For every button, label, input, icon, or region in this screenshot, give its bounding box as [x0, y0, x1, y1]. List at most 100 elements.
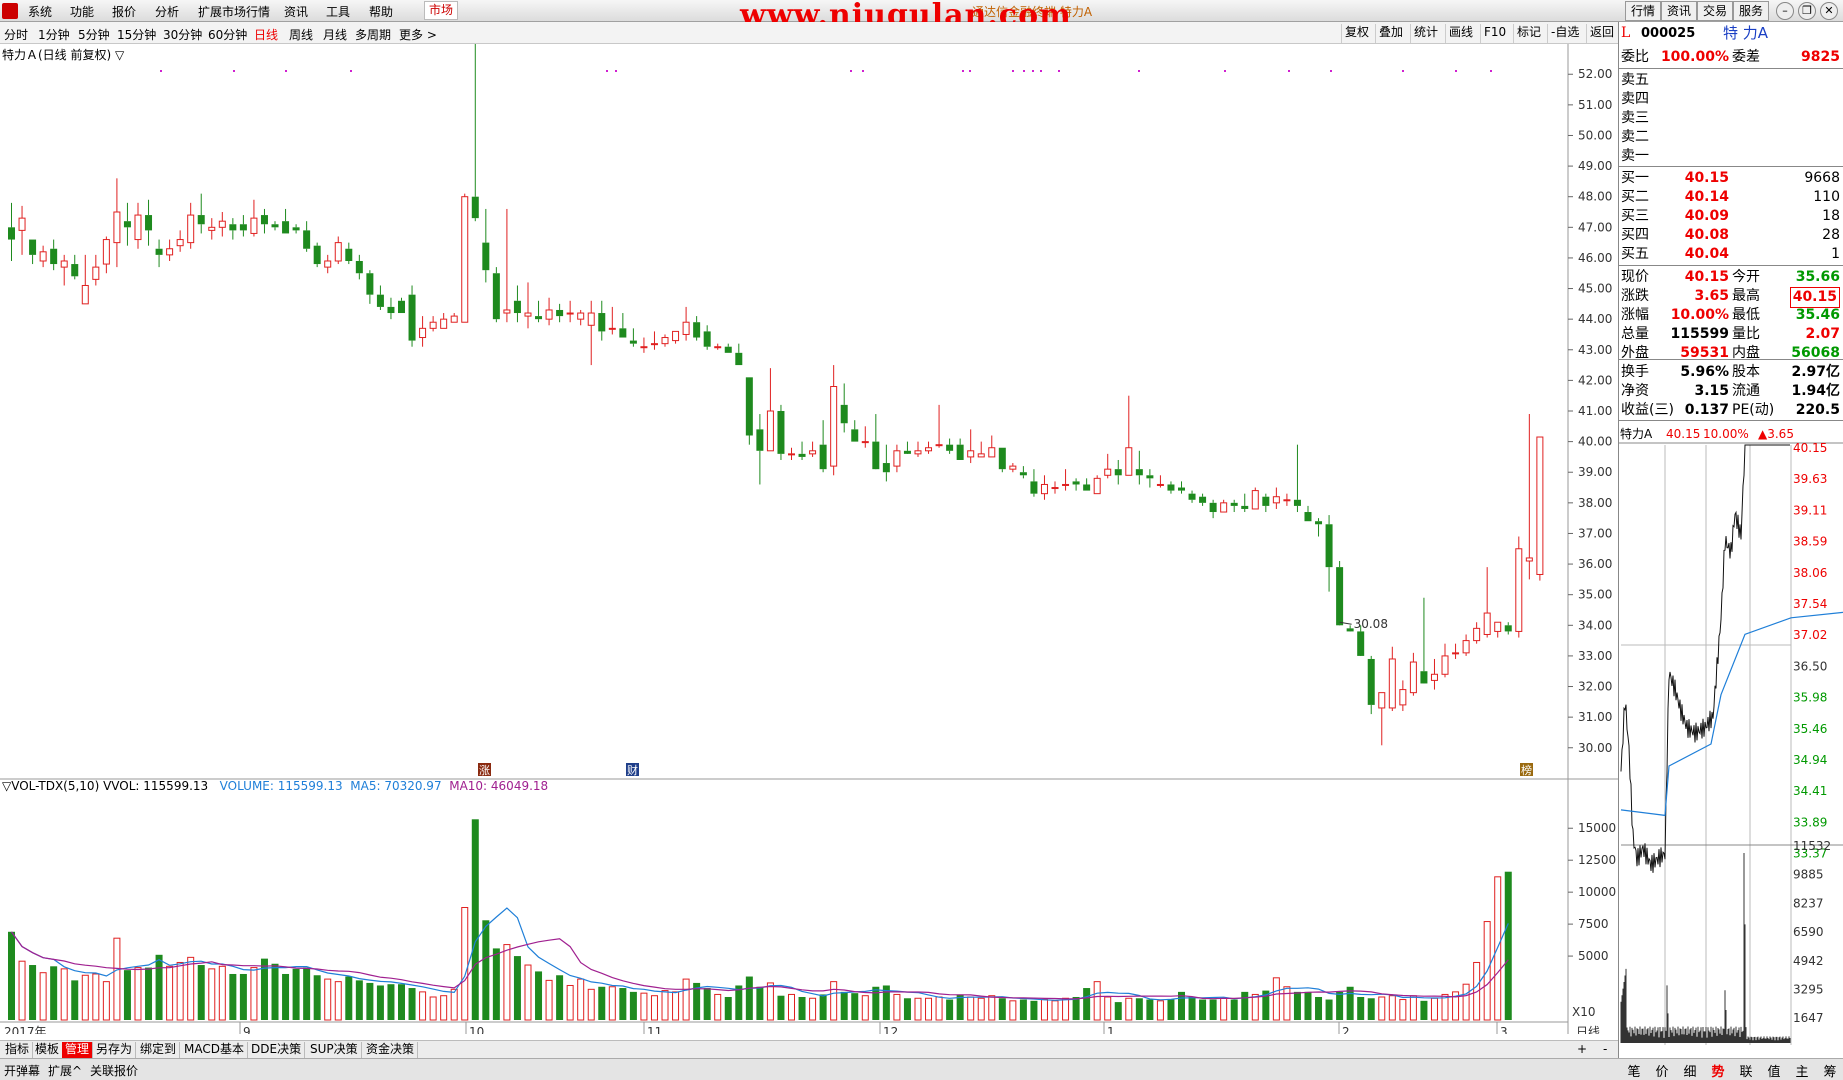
mini-tab[interactable]: 细 [1676, 1061, 1704, 1080]
sell-level[interactable]: 卖四 [1619, 90, 1843, 109]
period-multi[interactable]: 多周期 [355, 26, 391, 43]
mini-tab[interactable]: 值 [1760, 1061, 1788, 1080]
top-btn-service[interactable]: 服务 [1733, 1, 1770, 21]
tool-overlay[interactable]: 叠加 [1375, 24, 1406, 43]
period-1min[interactable]: 1分钟 [38, 26, 70, 43]
menu-help[interactable]: 帮助 [369, 3, 393, 20]
level-marker: L [1621, 25, 1631, 41]
extend-toggle[interactable]: 扩展^ [48, 1062, 82, 1079]
period-more[interactable]: 更多 > [399, 26, 437, 43]
menu-tools[interactable]: 工具 [326, 3, 350, 20]
tool-back[interactable]: 返回 [1586, 24, 1617, 43]
period-tick[interactable]: 分时 [4, 26, 28, 43]
menu-quote[interactable]: 报价 [112, 3, 136, 20]
tab-sup[interactable]: SUP决策 [307, 1042, 362, 1058]
tab-dde[interactable]: DDE决策 [248, 1042, 306, 1058]
info-dot [1012, 70, 1014, 72]
tab-template[interactable]: 模板 [32, 1042, 64, 1058]
tool-draw[interactable]: 画线 [1445, 24, 1476, 43]
mini-price-label: 37.54 [1793, 597, 1827, 611]
volume-bar [1093, 981, 1101, 1021]
vol-indicator-name[interactable]: ▽VOL-TDX(5,10) [2, 779, 99, 793]
top-btn-trade[interactable]: 交易 [1697, 1, 1734, 21]
stock-name[interactable]: 特 力A [1723, 24, 1768, 43]
sell-level[interactable]: 卖五 [1619, 71, 1843, 90]
minimize-icon[interactable]: – [1776, 2, 1794, 20]
menu-analysis[interactable]: 分析 [155, 3, 179, 20]
menu-system[interactable]: 系统 [28, 3, 52, 20]
volume-bar [1072, 996, 1080, 1020]
linked-quote[interactable]: 关联报价 [90, 1062, 138, 1079]
sell-level[interactable]: 卖一 [1619, 147, 1843, 166]
event-marker[interactable]: 财 [626, 763, 639, 777]
buy-level[interactable]: 买三 40.09 18 [1619, 207, 1843, 226]
top-btn-news[interactable]: 资讯 [1661, 1, 1698, 21]
intraday-mini-chart[interactable]: 特力A 40.15 10.00% ▲3.6540.1539.6339.1138.593… [1618, 425, 1843, 1045]
period-5min[interactable]: 5分钟 [78, 26, 110, 43]
tool-adjust[interactable]: 复权 [1341, 24, 1372, 43]
buy-level[interactable]: 买二 40.14 110 [1619, 188, 1843, 207]
tab-save-as[interactable]: 另存为 [93, 1042, 137, 1058]
menu-function[interactable]: 功能 [70, 3, 94, 20]
mini-tab[interactable]: 联 [1732, 1061, 1760, 1080]
close-icon[interactable]: ✕ [1820, 2, 1838, 20]
month-label: 12 [883, 1025, 898, 1034]
price-tick-label: 32.00 [1578, 680, 1612, 694]
volume-bar [1030, 1000, 1038, 1020]
menu-market[interactable]: 市场 [424, 1, 459, 20]
period-30min[interactable]: 30分钟 [163, 26, 202, 43]
tab-bind[interactable]: 绑定到 [137, 1042, 181, 1058]
mini-tab[interactable]: 笔 [1620, 1061, 1648, 1080]
tool-stats[interactable]: 统计 [1410, 24, 1441, 43]
mini-tab[interactable]: 价 [1648, 1061, 1676, 1080]
mini-tab[interactable]: 势 [1704, 1061, 1732, 1080]
restore-icon[interactable]: ❐ [1798, 2, 1816, 20]
menu-ext-market[interactable]: 扩展市场行情 [198, 3, 270, 20]
buy-level[interactable]: 买一 40.15 9668 [1619, 169, 1843, 188]
price-tick-label: 51.00 [1578, 98, 1612, 112]
period-daily[interactable]: 日线 [254, 26, 278, 43]
volume-info: ▽VOL-TDX(5,10) VVOL: 115599.13 VOLUME: 1… [2, 779, 548, 793]
volume-bar [461, 907, 469, 1021]
mini-price-label: 35.98 [1793, 691, 1827, 705]
event-marker[interactable]: 榜 [1520, 763, 1533, 777]
danmaku-toggle[interactable]: 开弹幕 [4, 1062, 40, 1079]
volume-bar [735, 985, 743, 1020]
volume-bar [566, 984, 574, 1021]
zoom-in-button[interactable]: + [1574, 1042, 1590, 1058]
period-monthly[interactable]: 月线 [323, 26, 347, 43]
tab-macd[interactable]: MACD基本 [181, 1042, 248, 1058]
tool-mark[interactable]: 标记 [1513, 24, 1544, 43]
period-60min[interactable]: 60分钟 [208, 26, 247, 43]
period-weekly[interactable]: 周线 [289, 26, 313, 43]
zoom-out-button[interactable]: - [1600, 1042, 1610, 1058]
mini-vol-label: 6590 [1793, 925, 1824, 939]
buy-level[interactable]: 买四 40.08 28 [1619, 226, 1843, 245]
volume-bar [166, 965, 174, 1021]
kline-chart[interactable]: 52.00 51.00 50.00 49.00 48.00 47.00 46.00 45.00… [0, 44, 1618, 1034]
tab-indicator[interactable]: 指标 [2, 1042, 34, 1058]
candle [1536, 436, 1544, 581]
mini-price-label: 35.46 [1793, 722, 1827, 736]
buy-level[interactable]: 买五 40.04 1 [1619, 245, 1843, 264]
volume-tick-label: 7500 [1578, 917, 1609, 931]
svg-text:10.00%: 10.00% [1703, 427, 1749, 441]
menu-news[interactable]: 资讯 [284, 3, 308, 20]
weicha-label: 委差 [1732, 49, 1760, 65]
candle [408, 285, 416, 347]
tool-watchlist[interactable]: -自选 [1547, 24, 1582, 43]
mini-tab[interactable]: 主 [1788, 1061, 1816, 1080]
tab-manage[interactable]: 管理 [62, 1042, 94, 1058]
volume-bar [798, 996, 806, 1020]
event-marker[interactable]: 涨 [478, 763, 491, 777]
volume-bar [471, 819, 479, 1020]
tab-fund[interactable]: 资金决策 [363, 1042, 419, 1058]
price-tick-label: 40.00 [1578, 435, 1612, 449]
sell-level[interactable]: 卖二 [1619, 128, 1843, 147]
mini-tab[interactable]: 筹 [1816, 1061, 1843, 1080]
sell-level[interactable]: 卖三 [1619, 109, 1843, 128]
tool-f10[interactable]: F10 [1480, 24, 1509, 43]
vol-ma10: MA10: 46049.18 [449, 779, 549, 793]
top-btn-quotes[interactable]: 行情 [1625, 1, 1662, 21]
period-15min[interactable]: 15分钟 [117, 26, 156, 43]
